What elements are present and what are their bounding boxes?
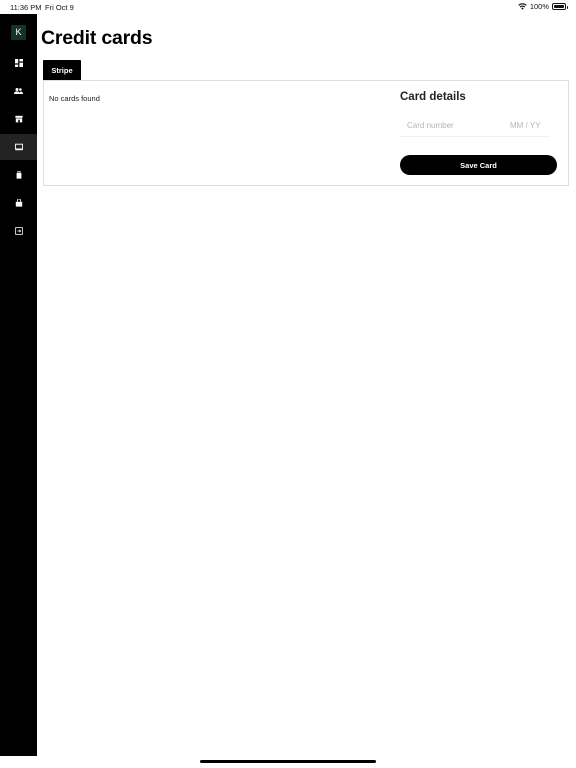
sidebar-item-store[interactable] [0, 106, 37, 132]
logout-icon [14, 227, 23, 235]
save-card-button[interactable]: Save Card [400, 155, 557, 175]
status-right: 100% [518, 2, 568, 11]
store-icon [14, 115, 23, 123]
sidebar-item-logout[interactable] [0, 218, 37, 244]
sidebar-item-credit-cards[interactable] [0, 134, 37, 160]
sidebar: K [0, 14, 37, 756]
app-logo[interactable]: K [11, 25, 26, 40]
card-details-title: Card details [400, 91, 466, 103]
empty-cards-message: No cards found [49, 94, 100, 103]
status-time: 11:36 PM [10, 3, 42, 12]
card-input-divider [400, 136, 550, 137]
tab-stripe[interactable]: Stripe [43, 60, 81, 80]
status-date: Fri Oct 9 [45, 3, 74, 12]
card-number-input[interactable]: Card number [407, 121, 454, 130]
sidebar-item-receipts[interactable] [0, 162, 37, 188]
page-title: Credit cards [41, 27, 153, 49]
dashboard-icon [14, 59, 23, 67]
home-indicator [200, 760, 376, 763]
wifi-icon [518, 3, 527, 10]
sidebar-item-users[interactable] [0, 78, 37, 104]
status-bar: 11:36 PM Fri Oct 9 100% [0, 0, 576, 14]
credit-card-icon [14, 143, 23, 151]
receipt-icon [16, 171, 21, 179]
users-icon [14, 88, 23, 94]
sidebar-item-dashboard[interactable] [0, 50, 37, 76]
screen: 11:36 PM Fri Oct 9 100% K Credit cards S… [0, 0, 576, 768]
card-expiry-input[interactable]: MM / YY [510, 121, 541, 130]
shopping-bag-icon [15, 199, 22, 207]
credit-cards-panel: No cards found Card details Card number … [43, 80, 569, 186]
battery-percent: 100% [529, 2, 549, 11]
sidebar-item-shopping[interactable] [0, 190, 37, 216]
battery-icon [552, 3, 568, 10]
